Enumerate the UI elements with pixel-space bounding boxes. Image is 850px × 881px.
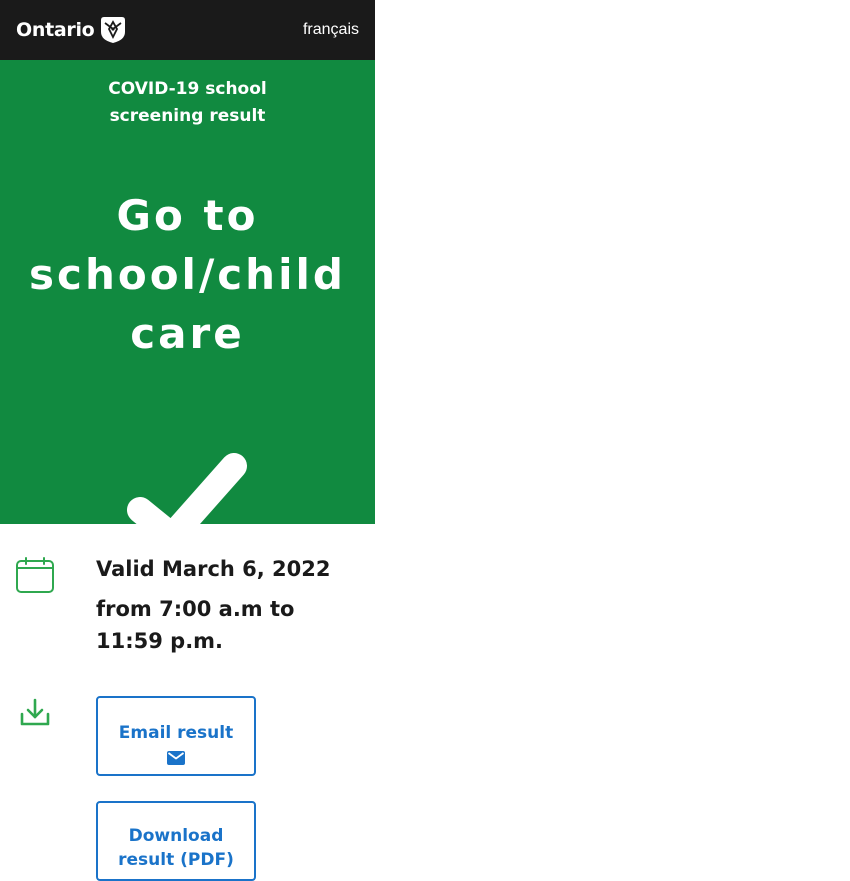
- headline-line-2: school/child: [29, 250, 346, 299]
- screening-result-card: COVID-19 school screening result Go to s…: [0, 60, 375, 548]
- email-result-button[interactable]: Email result: [96, 696, 256, 776]
- validity-section: Valid March 6, 2022 from 7:00 a.m to 11:…: [0, 524, 375, 696]
- headline-line-3: care: [130, 309, 245, 358]
- result-subtitle: COVID-19 school screening result: [0, 76, 375, 130]
- download-result-button[interactable]: Download result (PDF): [96, 801, 256, 881]
- result-headline: Go to school/child care: [10, 186, 365, 363]
- logo-text: Ontario: [16, 19, 95, 41]
- download-result-label-line-2: result (PDF): [118, 849, 234, 870]
- result-actions: Email result Download result (PDF): [0, 696, 375, 881]
- valid-date: Valid March 6, 2022: [96, 557, 331, 581]
- headline-line-1: Go to: [116, 191, 259, 240]
- subtitle-line-1: COVID-19 school: [108, 79, 267, 99]
- ontario-logo[interactable]: Ontario: [16, 16, 126, 44]
- valid-time-range: from 7:00 a.m to 11:59 p.m.: [96, 597, 295, 653]
- download-icon: [20, 698, 50, 726]
- envelope-icon: [167, 750, 185, 765]
- top-bar: Ontario français: [0, 0, 375, 60]
- calendar-icon: [16, 557, 54, 593]
- download-result-label: Download: [128, 825, 224, 846]
- app-root: Ontario français COVID-19 school screeni…: [0, 0, 375, 881]
- trillium-icon: [101, 17, 126, 43]
- subtitle-line-2: screening result: [109, 106, 266, 126]
- language-toggle-link[interactable]: français: [303, 21, 359, 39]
- email-result-label: Email result: [118, 722, 234, 743]
